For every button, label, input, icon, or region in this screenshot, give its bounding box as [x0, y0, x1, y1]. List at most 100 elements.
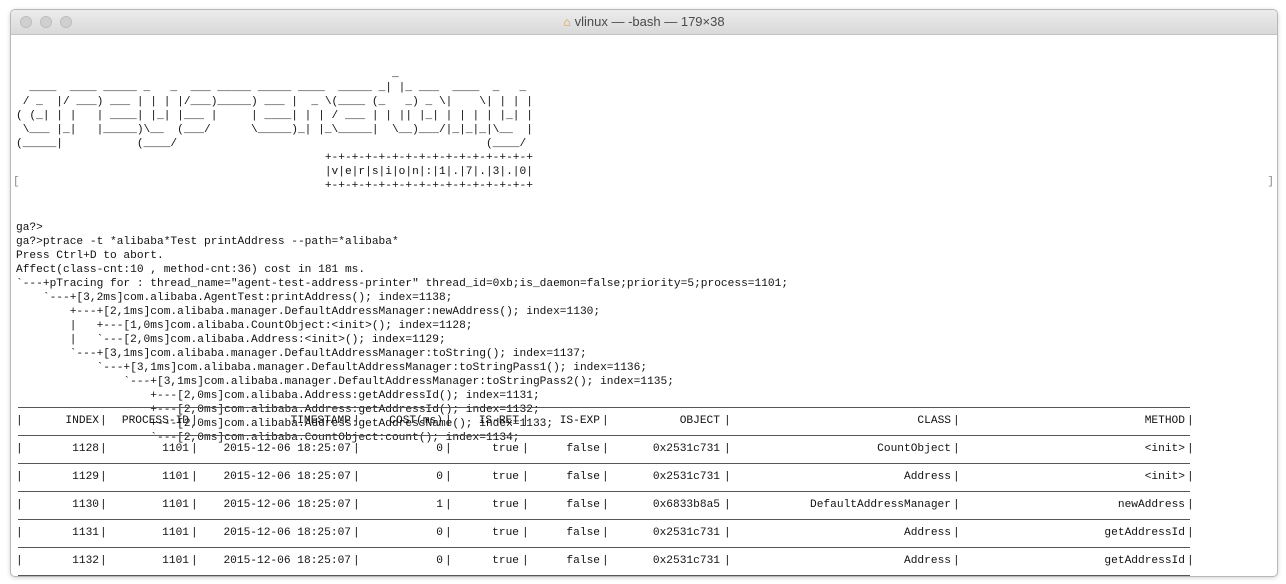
- table-cell: CountObject: [877, 443, 951, 455]
- selection-marker-left: [: [13, 176, 20, 188]
- table-row: | 1129 | 1101 | 2015-12-06 18:25:07 | 0 | true | fa…: [16, 470, 1196, 484]
- column-divider: |: [1187, 555, 1194, 567]
- column-header: IS-RET: [478, 415, 519, 427]
- home-icon: ⌂: [563, 15, 571, 29]
- table-cell: true: [492, 555, 519, 567]
- table-cell: <init>: [1144, 471, 1185, 483]
- console-line: Press Ctrl+D to abort.: [16, 250, 164, 262]
- table-cell: 2015-12-06 18:25:07: [223, 499, 351, 511]
- table-cell: DefaultAddressManager: [810, 499, 951, 511]
- column-header: COST(ms): [389, 415, 443, 427]
- column-header: INDEX: [65, 415, 99, 427]
- console-line: | `---[2,0ms]com.alibaba.Address:<init>(…: [16, 334, 446, 346]
- table-cell: false: [566, 527, 600, 539]
- column-header: PROCESS-ID: [121, 415, 189, 427]
- banner-line: (_____| (____/ (____/: [16, 138, 527, 150]
- table-cell: 0x2531c731: [652, 443, 720, 455]
- banner-line: +-+-+-+-+-+-+-+-+-+-+-+-+-+-+-+: [16, 152, 533, 164]
- table-header: | INDEX | PROCESS-ID | TIMESTAMP | COST(ms) | IS-…: [16, 414, 1196, 428]
- table-cell: false: [566, 471, 600, 483]
- column-divider: |: [16, 499, 23, 511]
- table-cell: 1101: [162, 471, 189, 483]
- window-title-area: ⌂ vlinux — -bash — 179×38: [11, 14, 1277, 29]
- table-row: | 1130 | 1101 | 2015-12-06 18:25:07 | 1 | true | fa…: [16, 498, 1196, 512]
- table-row: | 1128 | 1101 | 2015-12-06 18:25:07 | 0 | true | fa…: [16, 442, 1196, 456]
- table-cell: Address: [904, 555, 951, 567]
- table-cell: 0x6833b8a5: [652, 499, 720, 511]
- table-cell: 1101: [162, 555, 189, 567]
- column-divider: |: [1187, 443, 1194, 455]
- column-divider: |: [16, 527, 23, 539]
- table-cell: 0x2531c731: [652, 471, 720, 483]
- console-line: `---+[3,1ms]com.alibaba.manager.DefaultA…: [16, 348, 587, 360]
- column-header: CLASS: [917, 415, 951, 427]
- column-divider: |: [1187, 415, 1194, 427]
- table-separator: [16, 540, 1196, 554]
- table-cell: false: [566, 555, 600, 567]
- console-line: `---+[3,2ms]com.alibaba.AgentTest:printA…: [16, 292, 453, 304]
- column-divider: |: [16, 443, 23, 455]
- column-divider: |: [16, 555, 23, 567]
- table-cell: 0x2531c731: [652, 555, 720, 567]
- table-cell: 1101: [162, 499, 189, 511]
- table-cell: 0: [436, 527, 443, 539]
- table-cell: Address: [904, 471, 951, 483]
- console-line: `---+[3,1ms]com.alibaba.manager.DefaultA…: [16, 362, 648, 374]
- console-line: | +---[1,0ms]com.alibaba.CountObject:<in…: [16, 320, 473, 332]
- banner-line: +-+-+-+-+-+-+-+-+-+-+-+-+-+-+-+: [16, 180, 533, 192]
- banner-line: / _ |/ ___) ___ | | | |/___)_____) ___ |…: [16, 96, 533, 108]
- column-header: TIMESTAMP: [290, 415, 351, 427]
- console-line: +---+[2,1ms]com.alibaba.manager.DefaultA…: [16, 306, 601, 318]
- table-cell: true: [492, 443, 519, 455]
- table-cell: true: [492, 471, 519, 483]
- table-separator: [16, 456, 1196, 470]
- title-bar[interactable]: ⌂ vlinux — -bash — 179×38: [11, 10, 1277, 35]
- table-separator: [16, 568, 1196, 576]
- table-cell: getAddressId: [1104, 555, 1185, 567]
- column-divider: |: [16, 415, 23, 427]
- table-cell: Address: [904, 527, 951, 539]
- trace-table: | INDEX | PROCESS-ID | TIMESTAMP | COST(ms) | IS-…: [16, 400, 1196, 576]
- selection-marker-right: ]: [1267, 176, 1274, 188]
- console-line: Affect(class-cnt:10 , method-cnt:36) cos…: [16, 264, 366, 276]
- banner-line: |v|e|r|s|i|o|n|:|1|.|7|.|3|.|0|: [16, 166, 533, 178]
- terminal-window: ⌂ vlinux — -bash — 179×38 _ ____ ____ ___…: [10, 9, 1278, 577]
- table-cell: 1130: [72, 499, 99, 511]
- table-cell: 0: [436, 471, 443, 483]
- table-cell: 1: [436, 499, 443, 511]
- console-line: ga?>ptrace -t *alibaba*Test printAddress…: [16, 236, 399, 248]
- table-cell: 0: [436, 555, 443, 567]
- column-divider: |: [1187, 499, 1194, 511]
- table-cell: false: [566, 499, 600, 511]
- banner-line: ____ ____ _____ _ _ ___ _____ _____ ____…: [16, 82, 527, 94]
- banner-line: ( (_| | | | ____| |_| |___ | | ____| | |…: [16, 110, 533, 122]
- table-cell: <init>: [1144, 443, 1185, 455]
- window-title: vlinux — -bash — 179×38: [574, 14, 725, 29]
- banner-line: \___ |_| |_____)\__ (___/ \_____)_| |_\_…: [16, 124, 533, 136]
- table-cell: 1132: [72, 555, 99, 567]
- console-line: `---+pTracing for : thread_name="agent-t…: [16, 278, 789, 290]
- table-separator: [16, 400, 1196, 414]
- table-cell: 1101: [162, 527, 189, 539]
- column-header: METHOD: [1144, 415, 1185, 427]
- table-cell: newAddress: [1117, 499, 1185, 511]
- column-divider: |: [1187, 527, 1194, 539]
- console-line: `---+[3,1ms]com.alibaba.manager.DefaultA…: [16, 376, 674, 388]
- table-cell: 1129: [72, 471, 99, 483]
- table-cell: 2015-12-06 18:25:07: [223, 443, 351, 455]
- table-cell: 2015-12-06 18:25:07: [223, 555, 351, 567]
- table-cell: 0x2531c731: [652, 527, 720, 539]
- table-cell: 1131: [72, 527, 99, 539]
- column-header: IS-EXP: [559, 415, 600, 427]
- banner-line: _: [16, 68, 399, 80]
- table-row: | 1132 | 1101 | 2015-12-06 18:25:07 | 0 | true | fa…: [16, 554, 1196, 568]
- table-separator: [16, 484, 1196, 498]
- table-cell: true: [492, 527, 519, 539]
- table-cell: 1101: [162, 443, 189, 455]
- column-header: OBJECT: [679, 415, 720, 427]
- column-divider: |: [1187, 471, 1194, 483]
- table-cell: 0: [436, 443, 443, 455]
- console-line: ga?>: [16, 222, 43, 234]
- column-divider: |: [16, 471, 23, 483]
- table-cell: 1128: [72, 443, 99, 455]
